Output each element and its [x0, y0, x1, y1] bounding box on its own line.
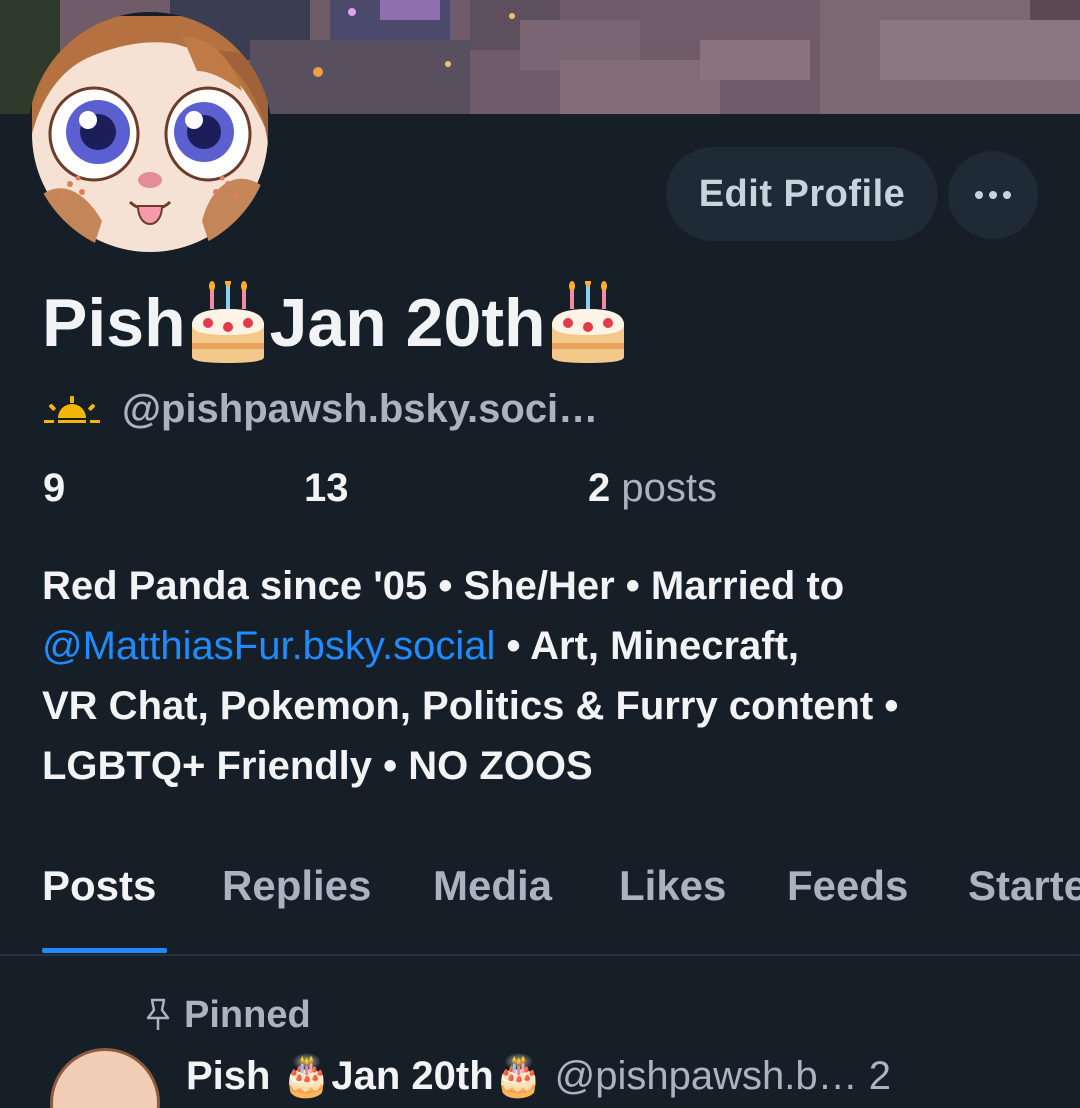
posts-count-value: 2 — [588, 466, 611, 510]
tab-starter-packs[interactable]: Starter Packs — [968, 862, 1080, 910]
profile-handle[interactable]: @pishpawsh.bsky.soci… — [122, 387, 598, 432]
tab-posts[interactable]: Posts — [42, 862, 156, 910]
birthday-cake-icon — [546, 281, 630, 365]
display-name-date: Jan 20th — [269, 285, 546, 361]
display-name-text: Pish — [42, 285, 186, 361]
bio-line: Red Panda since '05 • She/Her • Married … — [42, 564, 845, 608]
followers-count-value: 9 — [43, 466, 66, 510]
bio-line: @MatthiasFur.bsky.social • Art, Minecraf… — [42, 616, 1042, 676]
ellipsis-icon — [975, 191, 1011, 199]
active-tab-indicator — [42, 948, 167, 953]
profile-tabs: Posts Replies Media Likes Feeds Starter … — [0, 850, 1080, 956]
profile-display-name: Pish Jan 20th — [42, 278, 630, 368]
post-author-avatar[interactable] — [50, 1048, 160, 1108]
pin-icon — [146, 998, 170, 1030]
edit-profile-button[interactable]: Edit Profile — [666, 147, 938, 241]
pinned-label: Pinned — [184, 993, 311, 1036]
tab-likes[interactable]: Likes — [619, 862, 726, 910]
profile-handle-row: @pishpawsh.bsky.soci… — [44, 380, 598, 438]
post-author-handle: @pishpawsh.b… — [554, 1054, 858, 1098]
more-options-button[interactable] — [948, 151, 1038, 239]
bio-text: • Art, Minecraft, — [495, 624, 800, 668]
post-header: Pish 🎂Jan 20th🎂 @pishpawsh.b… 2 — [186, 1052, 891, 1099]
post-author-name[interactable]: Pish 🎂Jan 20th🎂 — [186, 1054, 543, 1098]
edit-profile-label: Edit Profile — [698, 172, 906, 215]
feed-post[interactable]: Pish 🎂Jan 20th🎂 @pishpawsh.b… 2 — [42, 1048, 1080, 1108]
bio-mention-link[interactable]: @MatthiasFur.bsky.social — [42, 624, 495, 668]
posts-count: 2 posts — [588, 466, 717, 511]
tab-replies[interactable]: Replies — [222, 862, 371, 910]
tab-media[interactable]: Media — [433, 862, 552, 910]
bio-line: LGBTQ+ Friendly • NO ZOOS — [42, 744, 593, 788]
post-timestamp: 2 — [868, 1054, 891, 1098]
following-count-value: 13 — [304, 466, 349, 510]
profile-avatar[interactable] — [28, 12, 272, 256]
tab-feeds[interactable]: Feeds — [787, 862, 908, 910]
posts-count-label: posts — [621, 466, 717, 510]
followers-count[interactable]: 9 — [43, 466, 65, 511]
pinned-indicator: Pinned — [144, 990, 311, 1040]
sunrise-icon — [44, 396, 100, 423]
birthday-cake-icon — [186, 281, 270, 365]
following-count[interactable]: 13 — [304, 466, 349, 511]
profile-bio: Red Panda since '05 • She/Her • Married … — [42, 556, 1042, 796]
bio-line: VR Chat, Pokemon, Politics & Furry conte… — [42, 684, 899, 728]
avatar-image — [32, 16, 268, 252]
